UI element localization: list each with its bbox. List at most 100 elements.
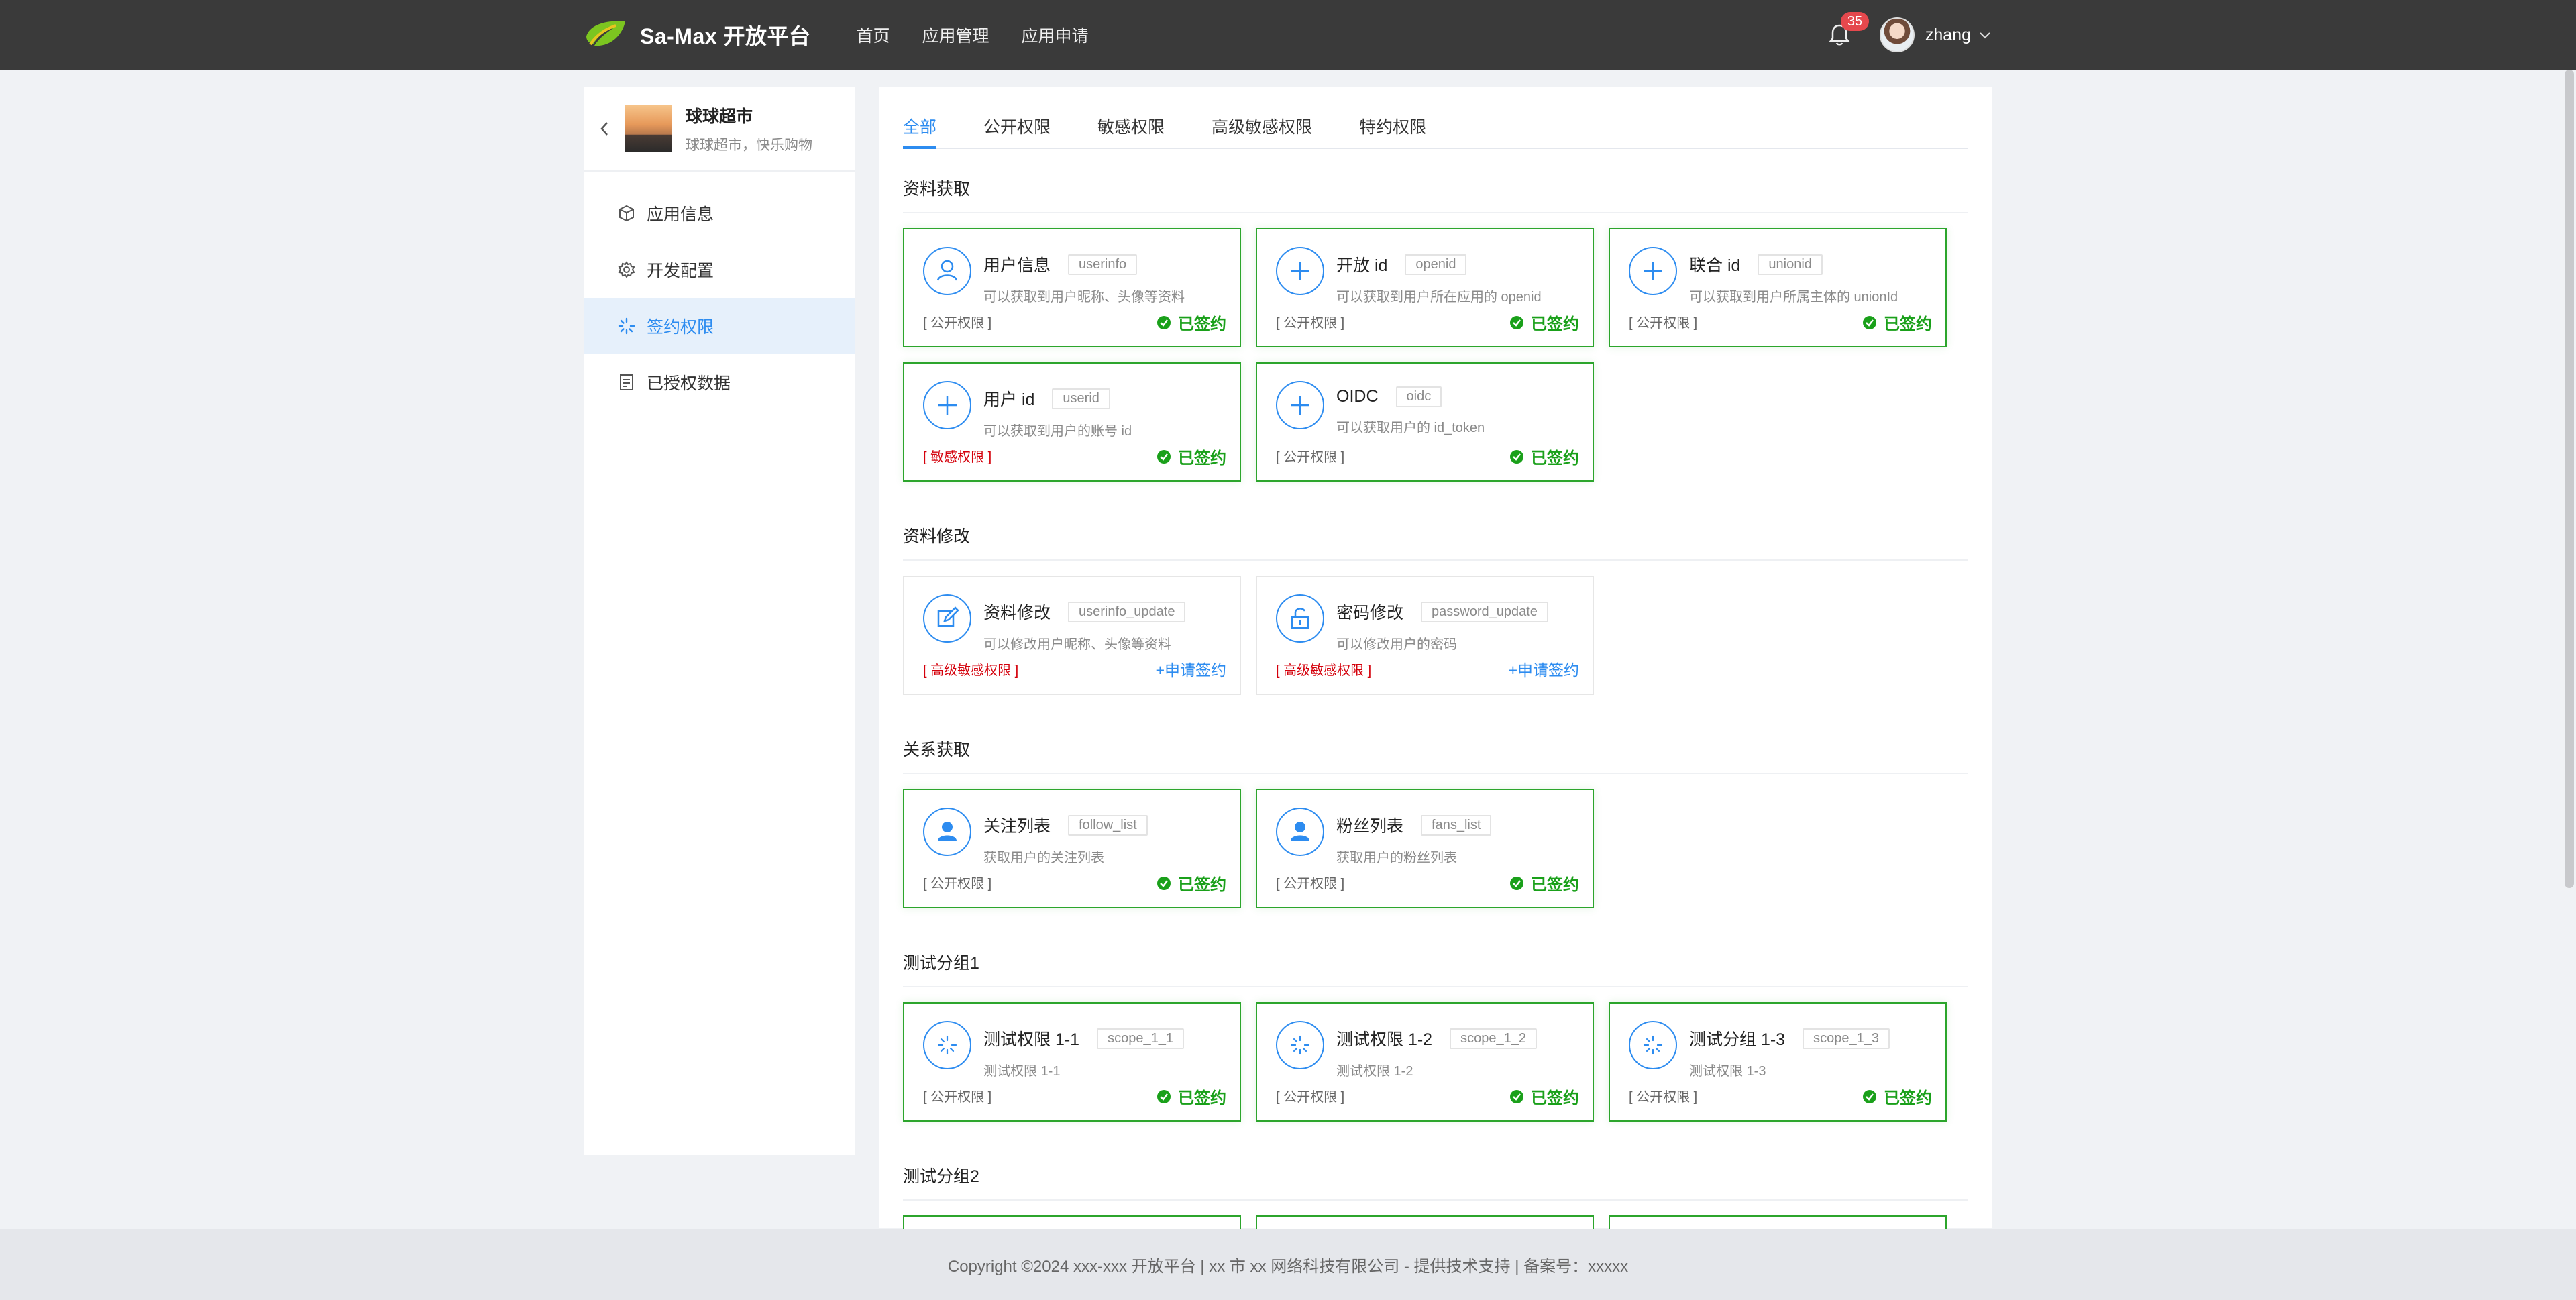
tab-special[interactable]: 特约权限 (1359, 114, 1426, 148)
user-area: 35 zhang (1826, 0, 1992, 70)
scope-description: 可以获取到用户昵称、头像等资料 (983, 290, 1185, 305)
leaf-logo-icon[interactable] (584, 17, 628, 52)
spinner-icon (1629, 1021, 1677, 1069)
brand-title[interactable]: Sa-Max 开放平台 (640, 19, 810, 50)
signed-status: 已签约 (1157, 1085, 1226, 1108)
app-thumbnail (625, 105, 672, 152)
signed-status: 已签约 (1509, 1085, 1579, 1108)
tab-public[interactable]: 公开权限 (983, 114, 1051, 148)
scope-description: 获取用户的粉丝列表 (1336, 851, 1457, 865)
signed-status: 已签约 (1862, 1085, 1932, 1108)
app-description: 球球超市，快乐购物 (686, 138, 812, 153)
spinner-icon (1276, 1021, 1324, 1069)
scope-title: 开放 id (1336, 256, 1388, 275)
scope-title: 密码修改 (1336, 604, 1404, 622)
scope-card[interactable]: 测试权限 1-2 scope_1_2 测试权限 1-2 [ 公开权限 ] 已签约 (1256, 1002, 1594, 1122)
sidebar-item-dev-config[interactable]: 开发配置 (584, 241, 855, 298)
nav-app-apply[interactable]: 应用申请 (1021, 23, 1088, 47)
scope-card[interactable]: 资料修改 userinfo_update 可以修改用户昵称、头像等资料 [ 高级敏感权… (903, 576, 1241, 695)
check-circle-icon (1510, 1089, 1523, 1103)
top-header: Sa-Max 开放平台 首页 应用管理 应用申请 35 zhang (0, 0, 2576, 70)
card-body: 粉丝列表 fans_list 获取用户的粉丝列表 (1336, 813, 1579, 866)
scope-level: [ 公开权限 ] (1276, 877, 1345, 891)
apply-sign-button[interactable]: +申请签约 (1509, 657, 1579, 680)
scope-card[interactable]: 测试权限 1-1 scope_1_1 测试权限 1-1 [ 公开权限 ] 已签约 (903, 1002, 1241, 1122)
card-title-row: OIDC oidc (1336, 386, 1579, 407)
scope-level: [ 高级敏感权限 ] (1276, 663, 1372, 678)
scope-title: 测试权限 1-2 (1336, 1030, 1433, 1049)
edit-icon (923, 594, 971, 643)
nav-home[interactable]: 首页 (856, 23, 890, 47)
card-title-row: 粉丝列表 fans_list (1336, 813, 1579, 837)
card-title-row: 用户 id userid (983, 386, 1226, 411)
scope-description: 可以获取用户的 id_token (1336, 421, 1485, 435)
scope-title: OIDC (1336, 387, 1379, 406)
username[interactable]: zhang (1925, 25, 1971, 45)
plus-circle-icon (1276, 381, 1324, 429)
section-title: 资料修改 (903, 523, 1968, 561)
scope-level: [ 公开权限 ] (1276, 316, 1345, 331)
scope-title: 联合 id (1689, 256, 1741, 275)
card-title-row: 用户信息 userinfo (983, 252, 1226, 276)
sidebar-item-app-info[interactable]: 应用信息 (584, 185, 855, 241)
sidebar-item-authorized-data[interactable]: 已授权数据 (584, 354, 855, 411)
app-header: 球球超市 球球超市，快乐购物 (584, 87, 855, 172)
scope-code-tag: userid (1052, 388, 1110, 409)
check-circle-icon (1510, 449, 1523, 464)
scope-description: 可以获取到用户的账号 id (983, 424, 1132, 439)
scope-card[interactable]: 开放 id openid 可以获取到用户所在应用的 openid [ 公开权限 ] 已签… (1256, 228, 1594, 347)
section-title: 资料获取 (903, 176, 1968, 213)
chevron-down-icon[interactable] (1978, 28, 1992, 42)
scope-level: [ 公开权限 ] (923, 1090, 992, 1105)
scope-card[interactable]: 关注列表 follow_list 获取用户的关注列表 [ 公开权限 ] 已签约 (903, 789, 1241, 908)
scope-section: 关系获取 关注列表 follow_list 获取用户的关注列表[ 公开权限 ] 已签约粉… (903, 737, 1968, 923)
scope-title: 粉丝列表 (1336, 817, 1404, 836)
scope-card[interactable]: 联合 id unionid 可以获取到用户所属主体的 unionId [ 公开权限 ]… (1609, 228, 1947, 347)
check-circle-icon (1157, 315, 1171, 329)
scope-code-tag: openid (1405, 254, 1467, 275)
main-content: 全部 公开权限 敏感权限 高级敏感权限 特约权限 资料获取用户信息 userinf… (879, 87, 1992, 1242)
signed-status-text: 已签约 (1884, 1089, 1932, 1107)
scope-title: 资料修改 (983, 604, 1051, 622)
scope-card[interactable]: 测试分组 1-3 scope_1_3 测试权限 1-3 [ 公开权限 ] 已签约 (1609, 1002, 1947, 1122)
scope-code-tag: scope_1_2 (1450, 1028, 1537, 1049)
scrollbar-thumb[interactable] (2565, 70, 2574, 888)
sidebar-item-label: 已授权数据 (647, 374, 731, 393)
scope-description: 可以获取到用户所属主体的 unionId (1689, 290, 1898, 305)
sidebar-item-scopes[interactable]: 签约权限 (584, 298, 855, 354)
tab-sensitive[interactable]: 敏感权限 (1097, 114, 1165, 148)
plus-circle-icon (1276, 247, 1324, 295)
scope-title: 测试分组 1-3 (1689, 1030, 1786, 1049)
box-icon (619, 205, 634, 222)
tab-advanced-sensitive[interactable]: 高级敏感权限 (1212, 114, 1312, 148)
user-solid-icon (1276, 808, 1324, 856)
card-title-row: 测试分组 1-3 scope_1_3 (1689, 1026, 1932, 1050)
card-body: 资料修改 userinfo_update 可以修改用户昵称、头像等资料 (983, 600, 1226, 653)
scope-section: 资料获取用户信息 userinfo 可以获取到用户昵称、头像等资料 [ 公开权限 ] 已… (903, 176, 1968, 496)
user-outline-icon (923, 247, 971, 295)
scope-section: 资料修改 资料修改 userinfo_update 可以修改用户昵称、头像等资料[ 高… (903, 523, 1968, 710)
scope-level: [ 公开权限 ] (923, 316, 992, 331)
signed-status: 已签约 (1509, 311, 1579, 334)
scope-title: 关注列表 (983, 817, 1051, 836)
tab-all[interactable]: 全部 (903, 114, 937, 149)
scope-card[interactable]: 用户信息 userinfo 可以获取到用户昵称、头像等资料 [ 公开权限 ] 已签约 (903, 228, 1241, 347)
signed-status-text: 已签约 (1178, 315, 1226, 333)
avatar[interactable] (1879, 17, 1915, 52)
scope-card[interactable]: 粉丝列表 fans_list 获取用户的粉丝列表 [ 公开权限 ] 已签约 (1256, 789, 1594, 908)
apply-sign-button[interactable]: +申请签约 (1156, 657, 1226, 680)
scope-description: 测试权限 1-2 (1336, 1064, 1413, 1079)
chevron-left-icon[interactable] (597, 119, 612, 139)
scope-code-tag: password_update (1421, 601, 1548, 622)
scope-description: 可以获取到用户所在应用的 openid (1336, 290, 1542, 305)
sidebar-item-label: 开发配置 (647, 262, 714, 280)
scope-card[interactable]: 用户 id userid 可以获取到用户的账号 id [ 敏感权限 ] 已签约 (903, 362, 1241, 482)
scope-tabs: 全部 公开权限 敏感权限 高级敏感权限 特约权限 (903, 87, 1968, 149)
scope-card[interactable]: 密码修改 password_update 可以修改用户的密码 [ 高级敏感权限 ] +申… (1256, 576, 1594, 695)
scope-card[interactable]: OIDC oidc 可以获取用户的 id_token [ 公开权限 ] 已签约 (1256, 362, 1594, 482)
check-circle-icon (1157, 876, 1171, 890)
scope-section: 测试分组1 测试权限 1-1 scope_1_1 测试权限 1-1 [ 公开权限 ] 已签… (903, 950, 1968, 1136)
scope-title: 用户 id (983, 390, 1035, 409)
notification-button[interactable]: 35 (1826, 12, 1870, 48)
nav-app-management[interactable]: 应用管理 (922, 23, 989, 47)
